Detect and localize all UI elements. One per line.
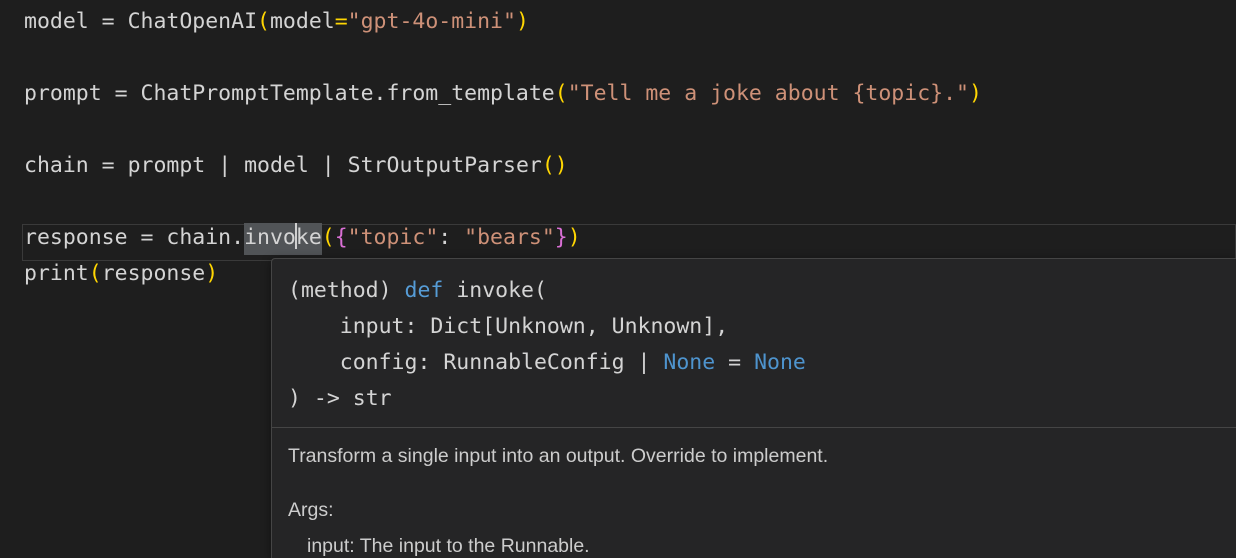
selected-word-invoke[interactable]: invoke <box>244 223 322 255</box>
doc-arg-item: input: The input to the Runnable. <box>288 532 1236 558</box>
param-name: config: <box>340 350 431 375</box>
token-operator: = <box>128 225 167 250</box>
token-method: from_template <box>386 81 554 106</box>
token-dot: . <box>231 225 244 250</box>
token-close-paren: ) <box>568 225 581 250</box>
param-type: Dict[Unknown, Unknown] <box>430 314 715 339</box>
token-close-brace: } <box>555 225 568 250</box>
signature-return-line: ) -> str <box>288 381 1236 417</box>
token-pipe-operator: | <box>205 153 244 178</box>
doc-args-heading: Args: <box>288 496 1236 524</box>
token-close-paren: ) <box>516 9 529 34</box>
token-parens: () <box>542 153 568 178</box>
return-type: str <box>353 386 392 411</box>
token-pipe-operator: | <box>309 153 348 178</box>
documentation-section: Transform a single input into an output.… <box>272 428 1236 558</box>
param-union-pipe: | <box>638 350 651 375</box>
code-line-4[interactable]: response = chain.invoke({"topic": "bears… <box>24 220 581 256</box>
param-default-equals: = <box>728 350 741 375</box>
token-dict-value-string: "bears" <box>464 225 555 250</box>
token-operator: = <box>89 153 128 178</box>
token-operator: = <box>102 81 141 106</box>
signature-line-declaration: (method) def invoke( <box>288 273 1236 309</box>
token-callee: print <box>24 261 89 286</box>
token-callee: ChatOpenAI <box>128 9 257 34</box>
token-operator: = <box>89 9 128 34</box>
token-variable: chain <box>24 153 89 178</box>
token-object: chain <box>166 225 231 250</box>
token-string: "Tell me a joke about {topic}." <box>568 81 969 106</box>
token-object: ChatPromptTemplate <box>141 81 374 106</box>
token-open-paren: ( <box>89 261 102 286</box>
token-close-paren: ) <box>205 261 218 286</box>
signature-method-name: invoke <box>456 278 534 303</box>
return-arrow: -> <box>314 386 340 411</box>
token-callee: StrOutputParser <box>348 153 542 178</box>
signature-param-config: config: RunnableConfig | None = None <box>288 345 1236 381</box>
token-method-before-caret: invo <box>244 225 296 250</box>
hover-tooltip[interactable]: (method) def invoke( input: Dict[Unknown… <box>271 258 1236 558</box>
token-open-brace: { <box>335 225 348 250</box>
token-kwarg-name: model <box>270 9 335 34</box>
token-close-paren: ) <box>969 81 982 106</box>
token-argument: response <box>102 261 206 286</box>
token-open-paren: ( <box>322 225 335 250</box>
token-open-paren: ( <box>555 81 568 106</box>
token-variable: prompt <box>24 81 102 106</box>
param-name: input: <box>340 314 418 339</box>
token-dict-key-string: "topic" <box>348 225 439 250</box>
token-variable: response <box>24 225 128 250</box>
signature-section: (method) def invoke( input: Dict[Unknown… <box>272 259 1236 427</box>
token-colon: : <box>438 225 464 250</box>
token-method-after-caret: ke <box>296 225 322 250</box>
keyword-def: def <box>405 278 444 303</box>
token-kwarg-equals: = <box>335 9 348 34</box>
token-operand-a: prompt <box>128 153 206 178</box>
token-dot: . <box>374 81 387 106</box>
signature-close-paren: ) <box>288 386 301 411</box>
param-comma: , <box>715 314 728 339</box>
signature-param-input: input: Dict[Unknown, Unknown], <box>288 309 1236 345</box>
param-union-none: None <box>663 350 715 375</box>
symbol-kind-label: (method) <box>288 278 392 303</box>
param-type: RunnableConfig <box>443 350 624 375</box>
code-line-3[interactable]: chain = prompt | model | StrOutputParser… <box>24 148 568 184</box>
code-line-1[interactable]: model = ChatOpenAI(model="gpt-4o-mini") <box>24 4 529 40</box>
doc-summary: Transform a single input into an output.… <box>288 442 1236 470</box>
param-default-value: None <box>754 350 806 375</box>
token-operand-b: model <box>244 153 309 178</box>
token-variable: model <box>24 9 89 34</box>
signature-open-paren: ( <box>534 278 547 303</box>
code-line-2[interactable]: prompt = ChatPromptTemplate.from_templat… <box>24 76 982 112</box>
code-line-5[interactable]: print(response) <box>24 256 218 292</box>
token-string: "gpt-4o-mini" <box>348 9 516 34</box>
token-open-paren: ( <box>257 9 270 34</box>
